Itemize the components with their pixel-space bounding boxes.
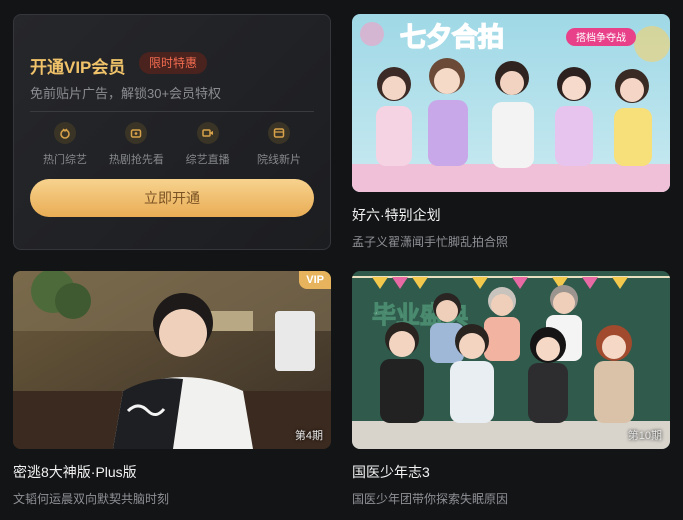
video-title[interactable]: 密逃8大神版·Plus版 [13, 462, 331, 482]
cinema-icon [267, 122, 290, 144]
poster-title: 七夕合拍 [400, 22, 504, 53]
video-card[interactable]: VIP 第4期 密逃8大神版·Plus版 文韬何运晨双向默契共脑时刻 [13, 271, 331, 507]
poster-image [13, 271, 331, 449]
drama-icon [125, 122, 148, 144]
perk-item: 热剧抢先看 [101, 119, 171, 169]
open-vip-button[interactable]: 立即开通 [30, 179, 314, 217]
video-thumbnail[interactable]: 毕业盛典 第10期 [352, 271, 670, 449]
vip-tag: VIP [299, 271, 331, 289]
limited-offer-badge: 限时特惠 [139, 52, 208, 74]
poster-image: 毕业盛典 [352, 271, 670, 449]
perk-label: 热门综艺 [43, 154, 87, 166]
vip-title: 开通VIP会员 [30, 58, 126, 77]
episode-label: 第10期 [627, 430, 662, 442]
video-subtitle: 孟子义翟潇闻手忙脚乱拍合照 [352, 235, 509, 249]
video-title[interactable]: 国医少年志3 [352, 462, 670, 482]
perk-label: 院线新片 [256, 154, 301, 166]
video-thumbnail[interactable]: VIP 第4期 [13, 271, 331, 449]
perk-item: 院线新片 [244, 119, 314, 169]
video-subtitle: 国医少年团带你探索失眠原因 [352, 492, 509, 506]
perk-label: 热剧抢先看 [108, 154, 164, 166]
divider [30, 111, 314, 112]
video-card[interactable]: 七夕合拍 搭档争夺战 好六·特别企划 孟子义翟潇闻手忙脚乱拍合照 [352, 14, 670, 250]
live-icon [196, 122, 219, 144]
vip-promo-card: 开通VIP会员 限时特惠 免前贴片广告，解锁30+会员特权 热门综艺 热剧抢先看… [13, 14, 331, 250]
video-thumbnail[interactable]: 七夕合拍 搭档争夺战 [352, 14, 670, 192]
poster-image: 七夕合拍 搭档争夺战 [352, 14, 670, 192]
perk-list: 热门综艺 热剧抢先看 综艺直播 院线新片 [30, 119, 314, 169]
variety-icon [54, 122, 76, 144]
perk-item: 热门综艺 [30, 119, 100, 169]
video-subtitle: 文韬何运晨双向默契共脑时刻 [13, 492, 170, 506]
episode-label: 第4期 [294, 430, 323, 442]
perk-item: 综艺直播 [173, 119, 243, 169]
perk-label: 综艺直播 [185, 154, 230, 166]
poster-subtitle: 搭档争夺战 [576, 31, 626, 44]
video-title[interactable]: 好六·特别企划 [352, 205, 670, 225]
video-card[interactable]: 毕业盛典 第10期 国医少年志3 国医少年团带你探索失眠原因 [352, 271, 670, 507]
vip-subtitle: 免前贴片广告，解锁30+会员特权 [30, 86, 222, 101]
